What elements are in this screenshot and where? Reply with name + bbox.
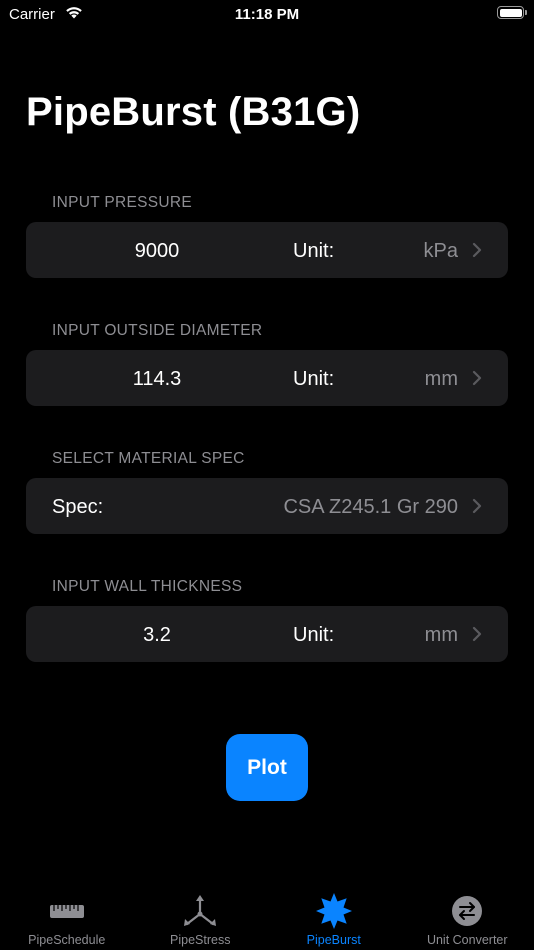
wall-unit-value[interactable]: mm xyxy=(425,624,458,647)
wall-thickness-value[interactable]: 3.2 xyxy=(26,624,288,647)
diameter-unit-value[interactable]: mm xyxy=(425,368,458,391)
section-header-diameter: INPUT OUTSIDE DIAMETER xyxy=(52,322,263,339)
tab-label: Unit Converter xyxy=(426,933,508,947)
tab-label: PipeSchedule xyxy=(28,933,106,947)
chevron-right-icon xyxy=(472,626,482,642)
material-spec-row[interactable]: Spec: CSA Z245.1 Gr 290 xyxy=(26,478,508,534)
tab-pipeburst[interactable]: PipeBurst xyxy=(267,884,401,950)
pressure-row[interactable]: 9000 Unit: kPa xyxy=(26,222,508,278)
tab-pipeschedule[interactable]: PipeSchedule xyxy=(0,884,134,950)
diameter-value[interactable]: 114.3 xyxy=(26,368,288,391)
burst-star-icon xyxy=(315,892,353,930)
diameter-row[interactable]: 114.3 Unit: mm xyxy=(26,350,508,406)
diameter-unit-label: Unit: xyxy=(293,368,335,390)
spec-label: Spec: xyxy=(52,496,104,518)
tab-label: PipeBurst xyxy=(306,933,361,947)
wall-unit-label: Unit: xyxy=(293,624,335,646)
ruler-icon xyxy=(48,892,86,930)
plot-button[interactable]: Plot xyxy=(226,734,308,801)
tab-unit-converter[interactable]: Unit Converter xyxy=(401,884,534,950)
spec-value[interactable]: CSA Z245.1 Gr 290 xyxy=(283,496,458,519)
chevron-right-icon xyxy=(472,498,482,514)
pressure-unit-value[interactable]: kPa xyxy=(424,240,458,263)
pressure-unit-label: Unit: xyxy=(293,240,335,262)
page-title: PipeBurst (B31G) xyxy=(26,90,361,134)
clock: 11:18 PM xyxy=(234,6,300,23)
tri-axis-icon xyxy=(181,892,219,930)
section-header-material: SELECT MATERIAL SPEC xyxy=(52,450,245,467)
chevron-right-icon xyxy=(472,242,482,258)
tab-pipestress[interactable]: PipeStress xyxy=(134,884,268,950)
wall-thickness-row[interactable]: 3.2 Unit: mm xyxy=(26,606,508,662)
convert-arrows-icon xyxy=(448,892,486,930)
status-bar: Carrier 11:18 PM xyxy=(0,0,534,30)
section-header-wall-thickness: INPUT WALL THICKNESS xyxy=(52,578,243,595)
battery-icon xyxy=(497,6,527,19)
tab-bar: PipeSchedule PipeStress PipeBurst Unit C… xyxy=(0,884,534,950)
section-header-pressure: INPUT PRESSURE xyxy=(52,194,192,211)
pressure-value[interactable]: 9000 xyxy=(26,240,288,263)
tab-label: PipeStress xyxy=(170,933,231,947)
chevron-right-icon xyxy=(472,370,482,386)
